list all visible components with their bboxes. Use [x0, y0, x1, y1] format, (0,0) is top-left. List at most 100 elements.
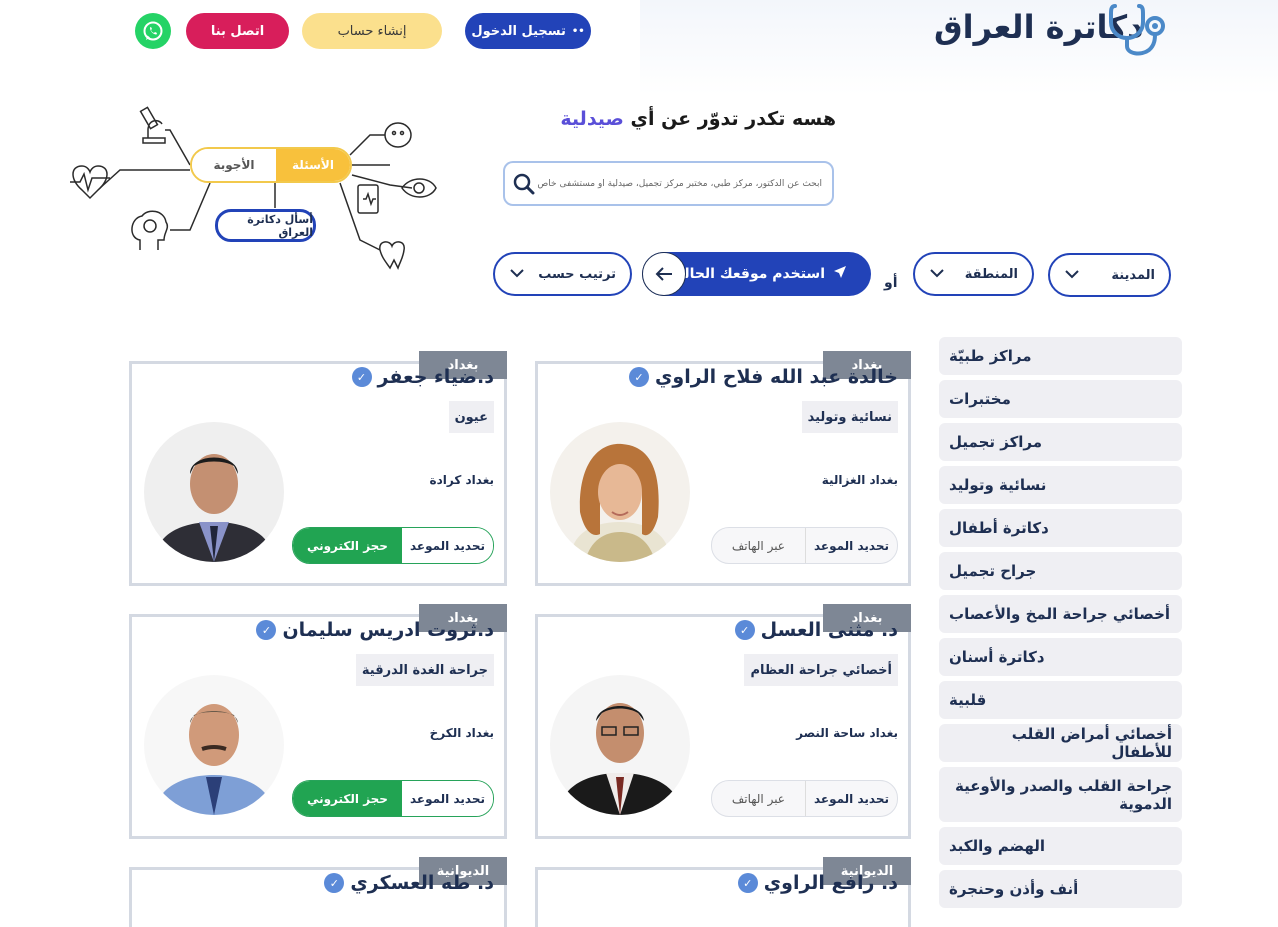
category-item[interactable]: دكاترة أسنان: [939, 638, 1182, 676]
doctor-name[interactable]: د.ضياء جعفر ✓: [351, 366, 494, 388]
doctor-location: بغداد الكرخ: [429, 726, 494, 740]
category-item[interactable]: جراح تجميل: [939, 552, 1182, 590]
doctor-card[interactable]: بغداد د. مثنى العسل ✓ أخصائي جراحة العظا…: [535, 604, 911, 839]
doctor-photo: [550, 422, 690, 562]
doctor-card[interactable]: بغداد خالدة عبد الله فلاح الراوي ✓ نسائي…: [535, 351, 911, 586]
category-item[interactable]: قلبية: [939, 681, 1182, 719]
doctor-card[interactable]: بغداد د.ثروت ادريس سليمان ✓ جراحة الغدة …: [129, 604, 507, 839]
category-item[interactable]: مختبرات: [939, 380, 1182, 418]
chevron-down-icon: [1064, 268, 1080, 282]
doctor-location: بغداد ساحة النصر: [796, 726, 898, 740]
location-arrow-icon: [833, 265, 847, 283]
search-icon[interactable]: [513, 173, 535, 195]
book-appointment-label[interactable]: تحديد الموعد: [806, 528, 897, 563]
category-list: مراكز طبيّة مختبرات مراكز تجميل نسائية و…: [939, 337, 1182, 913]
doctor-name[interactable]: د. مثنى العسل ✓: [734, 619, 898, 641]
sort-dropdown-label: ترتيب حسب: [538, 266, 616, 282]
book-method-label[interactable]: حجز الكتروني: [292, 781, 402, 816]
baby-icon: [384, 122, 412, 148]
doctor-photo: [550, 675, 690, 815]
doctor-card[interactable]: الديوانية د. طه العسكري ✓: [129, 857, 507, 927]
microscope-icon: [139, 106, 166, 144]
sort-dropdown[interactable]: ترتيب حسب: [493, 252, 632, 296]
contact-button[interactable]: اتصل بنا: [186, 13, 289, 49]
verified-badge-icon: ✓: [734, 620, 755, 640]
category-item[interactable]: أنف وأذن وحنجرة: [939, 870, 1182, 908]
doctor-name[interactable]: د.ثروت ادريس سليمان ✓: [256, 619, 494, 641]
verified-badge-icon: ✓: [256, 620, 277, 640]
doctor-location: بغداد الغزالية: [821, 473, 898, 487]
login-icon: ••: [571, 25, 585, 37]
doctor-name[interactable]: خالدة عبد الله فلاح الراوي ✓: [628, 366, 898, 388]
search-heading-text: هسه تكدر تدوّر عن أي: [630, 108, 836, 130]
doctor-name-text: د. طه العسكري: [350, 872, 494, 894]
category-item[interactable]: أخصائي أمراض القلب للأطفال: [939, 724, 1182, 762]
verified-badge-icon: ✓: [324, 873, 345, 893]
verified-badge-icon: ✓: [628, 367, 649, 387]
book-method-label[interactable]: عبر الهاتف: [712, 528, 806, 563]
book-method-label[interactable]: عبر الهاتف: [712, 781, 806, 816]
specialty-tag: عيون: [448, 401, 494, 433]
use-location-button[interactable]: استخدم موقعك الحالي: [642, 252, 871, 296]
heart-pulse-icon: [70, 165, 110, 200]
category-item[interactable]: أخصائي جراحة المخ والأعصاب: [939, 595, 1182, 633]
whatsapp-icon[interactable]: [135, 13, 171, 49]
booking-buttons[interactable]: تحديد الموعد حجز الكتروني: [291, 527, 494, 564]
book-appointment-label[interactable]: تحديد الموعد: [806, 781, 897, 816]
doctor-name-text: د. مثنى العسل: [760, 619, 898, 641]
answers-label[interactable]: الأجوبة: [192, 149, 276, 181]
use-location-label: استخدم موقعك الحالي: [670, 266, 825, 282]
book-method-label[interactable]: حجز الكتروني: [292, 528, 402, 563]
doctor-card[interactable]: بغداد د.ضياء جعفر ✓ عيون بغداد كرادة تحد…: [129, 351, 507, 586]
doctor-photo: [144, 422, 284, 562]
specialty-tag: نسائية وتوليد: [801, 401, 898, 433]
search-box[interactable]: [503, 161, 834, 206]
category-item[interactable]: الهضم والكبد: [939, 827, 1182, 865]
specialty-tag: جراحة الغدة الدرقية: [355, 654, 494, 686]
arrow-left-icon[interactable]: [642, 252, 686, 296]
search-heading: هسه تكدر تدوّر عن أي صيدلية: [560, 108, 836, 130]
area-dropdown[interactable]: المنطقة: [913, 252, 1034, 296]
ask-doctors-button[interactable]: أسأل دكاترة العراق: [215, 209, 316, 242]
area-dropdown-label: المنطقة: [964, 266, 1018, 282]
verified-badge-icon: ✓: [351, 367, 372, 387]
category-item[interactable]: دكاترة أطفال: [939, 509, 1182, 547]
verified-badge-icon: ✓: [737, 873, 758, 893]
doctor-photo: [144, 675, 284, 815]
booking-buttons[interactable]: تحديد الموعد عبر الهاتف: [710, 780, 898, 817]
booking-buttons[interactable]: تحديد الموعد حجز الكتروني: [291, 780, 494, 817]
category-item[interactable]: جراحة القلب والصدر والأوعية الدموية: [939, 767, 1182, 822]
questions-answers-toggle[interactable]: الأسئلة الأجوبة: [190, 147, 352, 183]
doctor-name[interactable]: د. طه العسكري ✓: [324, 872, 494, 894]
chevron-down-icon: [929, 267, 945, 282]
category-item[interactable]: مراكز تجميل: [939, 423, 1182, 461]
doctor-name-text: د.ضياء جعفر: [377, 366, 494, 388]
clipboard-icon: [357, 184, 379, 214]
category-item[interactable]: مراكز طبيّة: [939, 337, 1182, 375]
doctor-name-text: خالدة عبد الله فلاح الراوي: [654, 366, 898, 388]
category-item[interactable]: نسائية وتوليد: [939, 466, 1182, 504]
search-heading-highlight: صيدلية: [560, 108, 624, 130]
signup-button[interactable]: إنشاء حساب: [302, 13, 442, 49]
login-label: تسجيل الدخول: [471, 23, 566, 39]
brain-head-icon: [131, 210, 169, 250]
doctor-card[interactable]: الديوانية د. رافع الراوي ✓: [535, 857, 911, 927]
book-appointment-label[interactable]: تحديد الموعد: [401, 528, 493, 563]
doctor-name-text: د. رافع الراوي: [763, 872, 898, 894]
city-dropdown[interactable]: المدينة: [1048, 253, 1171, 297]
login-button[interactable]: •• تسجيل الدخول: [465, 13, 591, 49]
medical-mindmap-illustration: [70, 106, 437, 270]
questions-label[interactable]: الأسئلة: [276, 149, 350, 181]
doctor-name-text: د.ثروت ادريس سليمان: [282, 619, 494, 641]
chevron-down-icon: [509, 267, 525, 282]
stethoscope-logo-icon: [1109, 4, 1165, 56]
booking-buttons[interactable]: تحديد الموعد عبر الهاتف: [710, 527, 898, 564]
city-dropdown-label: المدينة: [1111, 267, 1155, 283]
book-appointment-label[interactable]: تحديد الموعد: [401, 781, 493, 816]
or-label: أو: [884, 275, 898, 291]
tooth-icon: [379, 241, 405, 270]
search-input[interactable]: [535, 177, 824, 190]
specialty-tag: أخصائي جراحة العظام: [744, 654, 898, 686]
doctor-location: بغداد كرادة: [429, 473, 494, 487]
doctor-name[interactable]: د. رافع الراوي ✓: [737, 872, 898, 894]
